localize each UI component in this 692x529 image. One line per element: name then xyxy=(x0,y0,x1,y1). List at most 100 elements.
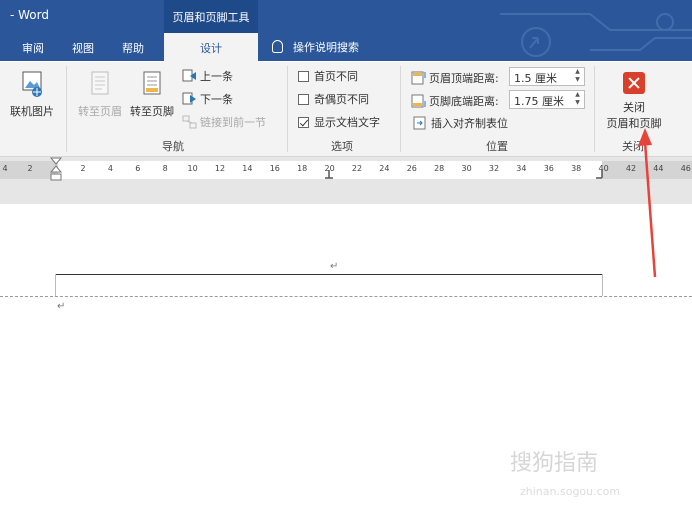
ruler-tick-label: 4 xyxy=(107,164,113,173)
watermark-text: 搜狗指南 xyxy=(510,451,599,476)
footer-from-bottom-row: 页脚底端距离: xyxy=(411,93,499,109)
alignment-tab-icon xyxy=(413,116,426,130)
checkbox-box xyxy=(298,93,309,105)
online-picture-icon xyxy=(22,71,42,97)
link-previous-button[interactable]: 链接到前一节 xyxy=(182,114,266,130)
close-line1: 关闭 xyxy=(623,101,645,114)
body-paragraph-mark: ↵ xyxy=(57,301,66,312)
header-from-top-value: 1.5 厘米 xyxy=(514,72,557,85)
ruler-tick-label: 8 xyxy=(162,164,168,173)
header-from-top-row: 页眉顶端距离: xyxy=(411,70,499,86)
previous-icon xyxy=(182,69,196,82)
header-boundary-dashed-line xyxy=(0,296,692,297)
ruler-tick-label: 32 xyxy=(488,164,500,173)
ruler-tick-label: 10 xyxy=(187,164,198,173)
ruler-tick-label: 42 xyxy=(625,164,637,173)
ruler-tick-label: 2 xyxy=(80,164,86,173)
different-odd-even-checkbox[interactable]: 奇偶页不同 xyxy=(298,91,369,107)
header-bottom-border xyxy=(55,274,603,275)
show-document-text-checkbox[interactable]: 显示文档文字 xyxy=(298,114,380,130)
footer-position-icon xyxy=(411,94,426,108)
ruler-tick-label: 30 xyxy=(461,164,472,173)
spinner-arrows-icon[interactable]: ▲ ▼ xyxy=(573,68,582,85)
context-tab-header: 页眉和页脚工具 xyxy=(164,0,258,33)
different-first-page-checkbox[interactable]: 首页不同 xyxy=(298,68,358,84)
group-separator xyxy=(594,66,595,152)
next-label: 下一条 xyxy=(200,93,233,106)
options-group-label: 选项 xyxy=(331,140,353,153)
close-group-label: 关闭 xyxy=(622,140,644,153)
indent-marker-icon[interactable] xyxy=(48,157,64,187)
lightbulb-icon xyxy=(272,40,283,53)
link-previous-label: 链接到前一节 xyxy=(200,116,266,129)
ruler-tick-label: 14 xyxy=(242,164,253,173)
close-icon xyxy=(623,72,645,94)
ruler-tick-label: 2 xyxy=(27,164,33,173)
online-picture-label: 联机图片 xyxy=(10,105,54,118)
group-separator xyxy=(400,66,401,152)
goto-header-button[interactable]: 转至页眉 xyxy=(74,70,126,119)
checkbox-box-checked xyxy=(298,116,309,128)
tab-help[interactable]: 帮助 xyxy=(122,40,144,56)
tell-me-search[interactable]: 操作说明搜索 xyxy=(272,39,359,55)
goto-footer-icon xyxy=(143,71,161,95)
header-from-top-label: 页眉顶端距离: xyxy=(429,72,499,85)
ruler-tick-label: 28 xyxy=(434,164,445,173)
ruler-tick-label: 44 xyxy=(653,164,664,173)
group-separator xyxy=(66,66,67,152)
header-position-icon xyxy=(411,71,426,85)
close-header-footer-button[interactable]: 关闭 页眉和页脚 xyxy=(600,72,668,131)
document-top-gap xyxy=(0,187,692,204)
show-document-text-label: 显示文档文字 xyxy=(314,116,380,129)
next-button[interactable]: 下一条 xyxy=(182,91,233,107)
center-tab-stop-icon[interactable] xyxy=(323,169,335,181)
footer-from-bottom-spinner[interactable]: 1.75 厘米 ▲ ▼ xyxy=(509,90,585,109)
previous-label: 上一条 xyxy=(200,70,233,83)
ruler-tick-label: 46 xyxy=(680,164,691,173)
header-paragraph-mark: ↵ xyxy=(330,261,339,272)
ruler-tick-label: 12 xyxy=(214,164,226,173)
context-tab-label: 页眉和页脚工具 xyxy=(172,11,250,24)
header-from-top-spinner[interactable]: 1.5 厘米 ▲ ▼ xyxy=(509,67,585,86)
spinner-arrows-icon[interactable]: ▲ ▼ xyxy=(573,91,582,108)
ruler-tick-label: 24 xyxy=(379,164,390,173)
right-tab-stop-icon[interactable] xyxy=(594,169,606,181)
ruler-tick-label: 4 xyxy=(2,164,8,173)
checkbox-box xyxy=(298,70,309,82)
margin-corner-right xyxy=(602,274,603,296)
different-odd-even-label: 奇偶页不同 xyxy=(314,93,369,106)
position-group-label: 位置 xyxy=(486,140,508,153)
document-page[interactable] xyxy=(0,204,692,529)
close-line2: 页眉和页脚 xyxy=(606,117,662,130)
tab-design[interactable]: 设计 xyxy=(164,33,258,62)
navigation-group-label: 导航 xyxy=(162,140,184,153)
goto-footer-label: 转至页脚 xyxy=(130,105,174,118)
footer-from-bottom-value: 1.75 厘米 xyxy=(514,95,564,108)
insert-alignment-tab-label: 插入对齐制表位 xyxy=(431,117,508,130)
insert-alignment-tab-button[interactable]: 插入对齐制表位 xyxy=(413,115,508,131)
next-icon xyxy=(182,92,196,105)
online-picture-button[interactable]: 联机图片 xyxy=(6,70,58,119)
goto-footer-button[interactable]: 转至页脚 xyxy=(126,70,178,119)
ruler-tick-label: 36 xyxy=(543,164,554,173)
goto-header-label: 转至页眉 xyxy=(78,105,122,118)
tab-view[interactable]: 视图 xyxy=(72,40,94,56)
ruler-tick-label: 38 xyxy=(571,164,582,173)
tell-me-label: 操作说明搜索 xyxy=(293,41,359,54)
tab-review[interactable]: 审阅 xyxy=(22,40,44,56)
ruler-tick-label: 22 xyxy=(351,164,363,173)
margin-corner-left xyxy=(55,274,56,296)
circuit-decoration xyxy=(500,13,692,57)
ruler-tick-label: 6 xyxy=(135,164,141,173)
app-title: - Word xyxy=(10,8,49,22)
ruler-tick-label: 18 xyxy=(297,164,308,173)
footer-from-bottom-label: 页脚底端距离: xyxy=(429,95,499,108)
ruler-tick-label: 26 xyxy=(406,164,417,173)
link-icon xyxy=(182,115,197,129)
ruler-tick-label: 16 xyxy=(269,164,280,173)
group-separator xyxy=(287,66,288,152)
watermark-url: zhinan.sogou.com xyxy=(520,485,621,498)
ruler-tick-label: 34 xyxy=(516,164,527,173)
previous-button[interactable]: 上一条 xyxy=(182,68,233,84)
tab-design-label: 设计 xyxy=(200,42,222,55)
